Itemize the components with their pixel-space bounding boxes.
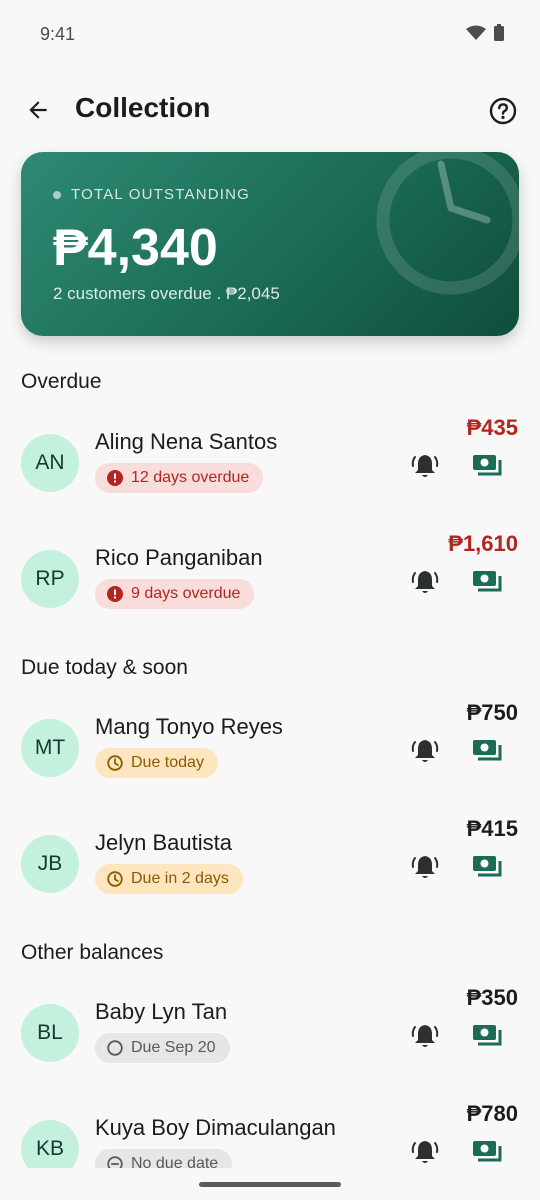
avatar: BL (21, 1004, 79, 1062)
remind-button[interactable] (408, 734, 442, 768)
customer-row[interactable]: JB Jelyn Bautista Due in 2 days ₱415 (0, 816, 540, 931)
balance-amount: ₱350 (466, 985, 518, 1010)
customer-row[interactable]: RP Rico Panganiban 9 days overdue ₱1,610 (0, 531, 540, 646)
cash-icon (473, 455, 502, 476)
bell-ring-icon (411, 740, 439, 762)
section-title-overdue: Overdue (21, 370, 102, 393)
section-title-due-soon: Due today & soon (21, 656, 188, 679)
bell-ring-icon (411, 571, 439, 593)
home-indicator[interactable] (199, 1182, 341, 1187)
back-button[interactable] (22, 94, 54, 126)
summary-label: TOTAL OUTSTANDING (71, 186, 251, 203)
clock-icon (107, 871, 123, 887)
balance-amount: ₱435 (466, 415, 518, 440)
balance-amount: ₱780 (466, 1101, 518, 1126)
cash-icon (473, 1141, 502, 1162)
record-payment-button[interactable] (470, 449, 504, 483)
alert-icon (107, 586, 123, 602)
customer-name: Baby Lyn Tan (95, 999, 228, 1024)
cash-icon (473, 856, 502, 877)
cash-icon (473, 1025, 502, 1046)
balance-amount: ₱750 (466, 700, 518, 725)
status-text: 9 days overdue (131, 585, 241, 602)
record-payment-button[interactable] (470, 850, 504, 884)
bell-ring-icon (411, 1025, 439, 1047)
cash-icon (473, 571, 502, 592)
customer-name: Mang Tonyo Reyes (95, 714, 283, 739)
status-text: Due in 2 days (131, 870, 229, 887)
customer-row[interactable]: MT Mang Tonyo Reyes Due today ₱750 (0, 700, 540, 815)
remind-button[interactable] (408, 1135, 442, 1169)
balance-amount: ₱1,610 (448, 531, 518, 556)
status-badge: 12 days overdue (95, 463, 264, 493)
help-circle-icon (489, 97, 517, 125)
avatar: AN (21, 434, 79, 492)
record-payment-button[interactable] (470, 1019, 504, 1053)
summary-subtitle: 2 customers overdue . ₱2,045 (53, 284, 280, 303)
status-badge: Due today (95, 748, 218, 778)
record-payment-button[interactable] (470, 1135, 504, 1169)
wifi-icon (466, 25, 486, 40)
help-button[interactable] (488, 96, 518, 126)
customer-name: Aling Nena Santos (95, 429, 278, 454)
cash-icon (473, 740, 502, 761)
summary-card: TOTAL OUTSTANDING ₱4,340 2 customers ove… (21, 152, 519, 336)
customer-row[interactable]: BL Baby Lyn Tan Due Sep 20 ₱350 (0, 985, 540, 1100)
status-badge: Due in 2 days (95, 864, 243, 894)
status-text: 12 days overdue (131, 469, 250, 486)
customer-name: Kuya Boy Dimaculangan (95, 1115, 336, 1140)
circle-icon (107, 1040, 123, 1056)
status-badge: Due Sep 20 (95, 1033, 230, 1063)
status-bar: 9:41 (0, 0, 540, 68)
avatar: MT (21, 719, 79, 777)
alert-icon (107, 470, 123, 486)
status-badge: 9 days overdue (95, 579, 255, 609)
bell-ring-icon (411, 1141, 439, 1163)
remind-button[interactable] (408, 1019, 442, 1053)
balance-amount: ₱415 (466, 816, 518, 841)
bell-ring-icon (411, 856, 439, 878)
record-payment-button[interactable] (470, 565, 504, 599)
customer-name: Rico Panganiban (95, 545, 263, 570)
clock-icon (107, 755, 123, 771)
app-bar: Collection (0, 80, 540, 140)
summary-label-row: TOTAL OUTSTANDING (53, 186, 250, 203)
page-title: Collection (75, 92, 211, 123)
clock-icon (376, 152, 519, 295)
remind-button[interactable] (408, 449, 442, 483)
customer-row[interactable]: AN Aling Nena Santos 12 days overdue ₱43… (0, 415, 540, 530)
battery-icon (494, 24, 504, 41)
remind-button[interactable] (408, 850, 442, 884)
status-icons (466, 24, 504, 41)
record-payment-button[interactable] (470, 734, 504, 768)
total-outstanding-amount: ₱4,340 (53, 219, 218, 277)
avatar: JB (21, 835, 79, 893)
arrow-left-icon (29, 101, 47, 119)
status-text: Due Sep 20 (131, 1039, 216, 1056)
remind-button[interactable] (408, 565, 442, 599)
section-title-other: Other balances (21, 941, 164, 964)
avatar: RP (21, 550, 79, 608)
dot-icon (53, 190, 61, 199)
customer-name: Jelyn Bautista (95, 830, 232, 855)
bell-ring-icon (411, 455, 439, 477)
status-time: 9:41 (40, 24, 76, 44)
status-text: Due today (131, 754, 204, 771)
